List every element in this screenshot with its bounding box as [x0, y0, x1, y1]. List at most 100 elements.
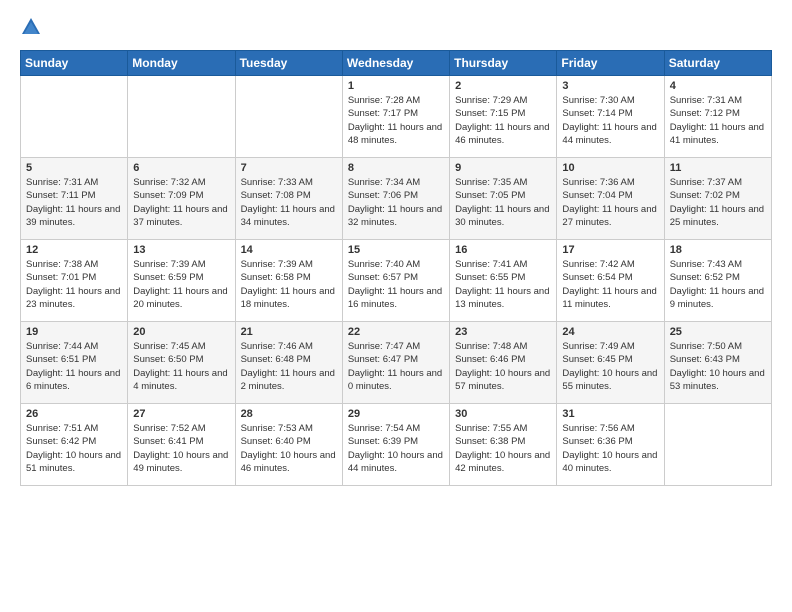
- day-number: 14: [241, 244, 337, 256]
- day-number: 16: [455, 244, 551, 256]
- day-number: 9: [455, 162, 551, 174]
- day-info: Sunrise: 7:43 AM Sunset: 6:52 PM Dayligh…: [670, 258, 766, 311]
- calendar-cell: 25 Sunrise: 7:50 AM Sunset: 6:43 PM Dayli…: [664, 322, 771, 404]
- day-number: 22: [348, 326, 444, 338]
- day-info: Sunrise: 7:41 AM Sunset: 6:55 PM Dayligh…: [455, 258, 551, 311]
- day-info: Sunrise: 7:46 AM Sunset: 6:48 PM Dayligh…: [241, 340, 337, 393]
- calendar-cell: 27Sunrise: 7:52 AM Sunset: 6:41 PM Dayli…: [128, 404, 235, 486]
- day-info: Sunrise: 7:35 AM Sunset: 7:05 PM Dayligh…: [455, 176, 551, 229]
- calendar-cell: 9 Sunrise: 7:35 AM Sunset: 7:05 PM Daylig…: [450, 158, 557, 240]
- calendar-cell: 3Sunrise: 7:30 AM Sunset: 7:14 PM Daylig…: [557, 76, 664, 158]
- day-info: Sunrise: 7:56 AM Sunset: 6:36 PM Dayligh…: [562, 422, 658, 475]
- day-info: Sunrise: 7:32 AM Sunset: 7:09 PM Dayligh…: [133, 176, 229, 229]
- day-info: Sunrise: 7:53 AM Sunset: 6:40 PM Dayligh…: [241, 422, 337, 475]
- day-number: 11: [670, 162, 766, 174]
- day-number: 25: [670, 326, 766, 338]
- page-container: SundayMondayTuesdayWednesdayThursdayFrid…: [0, 0, 792, 496]
- calendar-cell: 16 Sunrise: 7:41 AM Sunset: 6:55 PM Dayli…: [450, 240, 557, 322]
- calendar-cell: [21, 76, 128, 158]
- day-info: Sunrise: 7:54 AM Sunset: 6:39 PM Dayligh…: [348, 422, 444, 475]
- page-header: [20, 16, 772, 38]
- weekday-header: Saturday: [664, 51, 771, 76]
- logo: [20, 16, 46, 38]
- calendar-table: SundayMondayTuesdayWednesdayThursdayFrid…: [20, 50, 772, 486]
- day-info: Sunrise: 7:44 AM Sunset: 6:51 PM Dayligh…: [26, 340, 122, 393]
- day-info: Sunrise: 7:39 AM Sunset: 6:59 PM Dayligh…: [133, 258, 229, 311]
- calendar-cell: 28 Sunrise: 7:53 AM Sunset: 6:40 PM Dayli…: [235, 404, 342, 486]
- calendar-cell: 8 Sunrise: 7:34 AM Sunset: 7:06 PM Daylig…: [342, 158, 449, 240]
- weekday-header: Monday: [128, 51, 235, 76]
- day-number: 24: [562, 326, 658, 338]
- day-info: Sunrise: 7:45 AM Sunset: 6:50 PM Dayligh…: [133, 340, 229, 393]
- day-info: Sunrise: 7:34 AM Sunset: 7:06 PM Dayligh…: [348, 176, 444, 229]
- day-number: 2: [455, 80, 551, 92]
- calendar-cell: 5 Sunrise: 7:31 AM Sunset: 7:11 PM Daylig…: [21, 158, 128, 240]
- day-info: Sunrise: 7:29 AM Sunset: 7:15 PM Dayligh…: [455, 94, 551, 147]
- day-number: 19: [26, 326, 122, 338]
- day-info: Sunrise: 7:51 AM Sunset: 6:42 PM Dayligh…: [26, 422, 122, 475]
- day-number: 13: [133, 244, 229, 256]
- day-info: Sunrise: 7:39 AM Sunset: 6:58 PM Dayligh…: [241, 258, 337, 311]
- day-number: 7: [241, 162, 337, 174]
- calendar-cell: 23Sunrise: 7:48 AM Sunset: 6:46 PM Dayli…: [450, 322, 557, 404]
- calendar-cell: 30Sunrise: 7:55 AM Sunset: 6:38 PM Dayli…: [450, 404, 557, 486]
- day-info: Sunrise: 7:37 AM Sunset: 7:02 PM Dayligh…: [670, 176, 766, 229]
- calendar-cell: 24 Sunrise: 7:49 AM Sunset: 6:45 PM Dayli…: [557, 322, 664, 404]
- calendar-cell: 2 Sunrise: 7:29 AM Sunset: 7:15 PM Daylig…: [450, 76, 557, 158]
- weekday-header: Friday: [557, 51, 664, 76]
- day-info: Sunrise: 7:55 AM Sunset: 6:38 PM Dayligh…: [455, 422, 551, 475]
- day-info: Sunrise: 7:31 AM Sunset: 7:12 PM Dayligh…: [670, 94, 766, 147]
- weekday-header: Wednesday: [342, 51, 449, 76]
- weekday-header: Sunday: [21, 51, 128, 76]
- day-number: 28: [241, 408, 337, 420]
- day-number: 5: [26, 162, 122, 174]
- calendar-cell: [128, 76, 235, 158]
- day-info: Sunrise: 7:28 AM Sunset: 7:17 PM Dayligh…: [348, 94, 444, 147]
- day-number: 1: [348, 80, 444, 92]
- day-info: Sunrise: 7:31 AM Sunset: 7:11 PM Dayligh…: [26, 176, 122, 229]
- calendar-cell: 13 Sunrise: 7:39 AM Sunset: 6:59 PM Dayli…: [128, 240, 235, 322]
- day-info: Sunrise: 7:50 AM Sunset: 6:43 PM Dayligh…: [670, 340, 766, 393]
- calendar-cell: 1 Sunrise: 7:28 AM Sunset: 7:17 PM Daylig…: [342, 76, 449, 158]
- calendar-week-row: 26 Sunrise: 7:51 AM Sunset: 6:42 PM Dayli…: [21, 404, 772, 486]
- day-info: Sunrise: 7:42 AM Sunset: 6:54 PM Dayligh…: [562, 258, 658, 311]
- day-number: 10: [562, 162, 658, 174]
- day-number: 26: [26, 408, 122, 420]
- day-number: 17: [562, 244, 658, 256]
- day-info: Sunrise: 7:40 AM Sunset: 6:57 PM Dayligh…: [348, 258, 444, 311]
- calendar-cell: 21 Sunrise: 7:46 AM Sunset: 6:48 PM Dayli…: [235, 322, 342, 404]
- calendar-cell: 19 Sunrise: 7:44 AM Sunset: 6:51 PM Dayli…: [21, 322, 128, 404]
- calendar-week-row: 19 Sunrise: 7:44 AM Sunset: 6:51 PM Dayli…: [21, 322, 772, 404]
- calendar-cell: 20 Sunrise: 7:45 AM Sunset: 6:50 PM Dayli…: [128, 322, 235, 404]
- calendar-week-row: 5 Sunrise: 7:31 AM Sunset: 7:11 PM Daylig…: [21, 158, 772, 240]
- calendar-header: SundayMondayTuesdayWednesdayThursdayFrid…: [21, 51, 772, 76]
- day-number: 20: [133, 326, 229, 338]
- day-info: Sunrise: 7:49 AM Sunset: 6:45 PM Dayligh…: [562, 340, 658, 393]
- calendar-cell: 17 Sunrise: 7:42 AM Sunset: 6:54 PM Dayli…: [557, 240, 664, 322]
- day-number: 23: [455, 326, 551, 338]
- day-number: 18: [670, 244, 766, 256]
- day-info: Sunrise: 7:33 AM Sunset: 7:08 PM Dayligh…: [241, 176, 337, 229]
- day-number: 21: [241, 326, 337, 338]
- weekday-header: Tuesday: [235, 51, 342, 76]
- weekday-header: Thursday: [450, 51, 557, 76]
- day-number: 29: [348, 408, 444, 420]
- calendar-cell: 22Sunrise: 7:47 AM Sunset: 6:47 PM Dayli…: [342, 322, 449, 404]
- calendar-cell: 18 Sunrise: 7:43 AM Sunset: 6:52 PM Dayli…: [664, 240, 771, 322]
- calendar-cell: [235, 76, 342, 158]
- day-number: 8: [348, 162, 444, 174]
- calendar-cell: 14 Sunrise: 7:39 AM Sunset: 6:58 PM Dayli…: [235, 240, 342, 322]
- day-number: 6: [133, 162, 229, 174]
- day-info: Sunrise: 7:30 AM Sunset: 7:14 PM Dayligh…: [562, 94, 658, 147]
- day-number: 4: [670, 80, 766, 92]
- calendar-cell: 15 Sunrise: 7:40 AM Sunset: 6:57 PM Dayli…: [342, 240, 449, 322]
- calendar-body: 1 Sunrise: 7:28 AM Sunset: 7:17 PM Daylig…: [21, 76, 772, 486]
- calendar-cell: 31Sunrise: 7:56 AM Sunset: 6:36 PM Dayli…: [557, 404, 664, 486]
- calendar-cell: 10Sunrise: 7:36 AM Sunset: 7:04 PM Dayli…: [557, 158, 664, 240]
- calendar-cell: 12Sunrise: 7:38 AM Sunset: 7:01 PM Dayli…: [21, 240, 128, 322]
- calendar-week-row: 12Sunrise: 7:38 AM Sunset: 7:01 PM Dayli…: [21, 240, 772, 322]
- calendar-cell: 4 Sunrise: 7:31 AM Sunset: 7:12 PM Daylig…: [664, 76, 771, 158]
- day-number: 15: [348, 244, 444, 256]
- calendar-cell: [664, 404, 771, 486]
- day-info: Sunrise: 7:38 AM Sunset: 7:01 PM Dayligh…: [26, 258, 122, 311]
